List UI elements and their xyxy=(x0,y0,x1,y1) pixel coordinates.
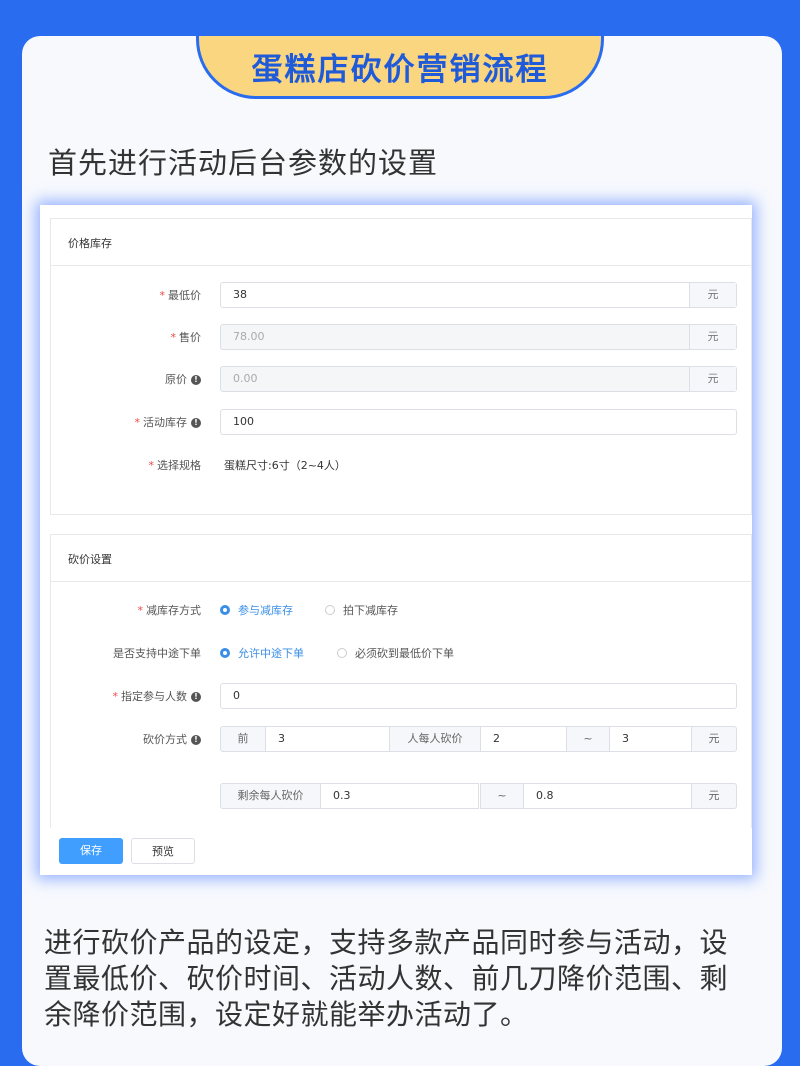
orig-price-input: 0.00 元 xyxy=(220,366,737,392)
radio-checked-icon xyxy=(220,648,230,658)
reduce-mode-label: * 减库存方式 xyxy=(137,604,202,617)
bargain-max-input[interactable]: 3 xyxy=(609,726,692,752)
per-person-label: 人每人砍价 xyxy=(389,726,481,752)
title-banner: 蛋糕店砍价营销流程 xyxy=(196,36,604,99)
first-n-input[interactable]: 3 xyxy=(265,726,390,752)
info-icon[interactable]: ! xyxy=(191,375,201,385)
info-icon[interactable]: ! xyxy=(191,692,201,702)
preview-button[interactable]: 预览 xyxy=(131,838,195,864)
banner-title: 蛋糕店砍价营销流程 xyxy=(251,51,549,88)
form-footer: 保存 预览 xyxy=(40,828,752,875)
rest-label: 剩余每人砍价 xyxy=(220,783,321,809)
section-title-price-stock: 价格库存 xyxy=(51,219,751,266)
rest-min-input[interactable]: 0.3 xyxy=(320,783,479,809)
intro-heading: 首先进行活动后台参数的设置 xyxy=(48,146,439,180)
radio-unchecked-icon xyxy=(337,648,347,658)
rest-bargain-row: 剩余每人砍价 0.3 ~ 0.8 元 xyxy=(51,783,751,811)
rest-max-input[interactable]: 0.8 xyxy=(523,783,692,809)
orig-price-label: 原价! xyxy=(165,366,201,394)
radio-unchecked-icon xyxy=(325,605,335,615)
stock-row: * 活动库存! 100 xyxy=(51,409,751,437)
rest-unit: 元 xyxy=(691,783,737,809)
stock-label: * 活动库存! xyxy=(135,409,201,437)
prefix-label: 前 xyxy=(220,726,266,752)
min-price-input[interactable]: 38 元 xyxy=(220,282,737,308)
orig-price-row: 原价! 0.00 元 xyxy=(51,366,751,394)
min-price-unit: 元 xyxy=(689,283,736,307)
participants-input[interactable]: 0 xyxy=(220,683,737,709)
sale-price-row: * 售价 78.00 元 xyxy=(51,324,751,352)
sale-price-input: 78.00 元 xyxy=(220,324,737,350)
rest-tilde: ~ xyxy=(480,783,524,809)
radio-must-min[interactable]: 必须砍到最低价下单 xyxy=(337,640,454,668)
midway-row: 是否支持中途下单 允许中途下单 必须砍到最低价下单 xyxy=(51,640,751,668)
participants-label: * 指定参与人数! xyxy=(113,683,201,711)
bargain-min-input[interactable]: 2 xyxy=(480,726,567,752)
radio-join-reduce[interactable]: 参与减库存 xyxy=(220,597,293,625)
radio-order-reduce[interactable]: 拍下减库存 xyxy=(325,597,398,625)
radio-checked-icon xyxy=(220,605,230,615)
description-text: 进行砍价产品的设定，支持多款产品同时参与活动，设置最低价、砍价时间、活动人数、前… xyxy=(44,926,729,1031)
orig-price-unit: 元 xyxy=(689,367,736,391)
range-tilde: ~ xyxy=(566,726,610,752)
radio-allow-midway[interactable]: 允许中途下单 xyxy=(220,640,304,668)
min-price-row: * 最低价 38 元 xyxy=(51,282,751,310)
price-stock-section: 价格库存 * 最低价 38 元 * 售价 78.00 元 原价! 0.00 元 * 活… xyxy=(50,218,752,515)
stock-input[interactable]: 100 xyxy=(220,409,737,435)
info-icon[interactable]: ! xyxy=(191,735,201,745)
settings-panel: 价格库存 * 最低价 38 元 * 售价 78.00 元 原价! 0.00 元 * 活… xyxy=(40,205,752,875)
participants-row: * 指定参与人数! 0 xyxy=(51,683,751,711)
bargain-section: 砍价设置 * 减库存方式 参与减库存 拍下减库存 是否支持中途下单 允许中途下单 … xyxy=(50,534,752,830)
bargain-mode-label: 砍价方式! xyxy=(143,726,201,754)
save-button[interactable]: 保存 xyxy=(59,838,123,864)
bargain-unit: 元 xyxy=(691,726,737,752)
sale-price-label: * 售价 xyxy=(170,331,202,344)
section-title-bargain: 砍价设置 xyxy=(51,535,751,582)
min-price-label: * 最低价 xyxy=(159,289,202,302)
sale-price-unit: 元 xyxy=(689,325,736,349)
bargain-mode-row: 砍价方式! 前 3 人每人砍价 2 ~ 3 元 xyxy=(51,726,751,754)
spec-label: * 选择规格 xyxy=(148,459,202,472)
midway-label: 是否支持中途下单 xyxy=(113,647,201,660)
spec-row: * 选择规格 蛋糕尺寸:6寸（2~4人） xyxy=(51,452,751,480)
reduce-mode-row: * 减库存方式 参与减库存 拍下减库存 xyxy=(51,597,751,625)
info-icon[interactable]: ! xyxy=(191,418,201,428)
spec-value[interactable]: 蛋糕尺寸:6寸（2~4人） xyxy=(224,452,346,480)
